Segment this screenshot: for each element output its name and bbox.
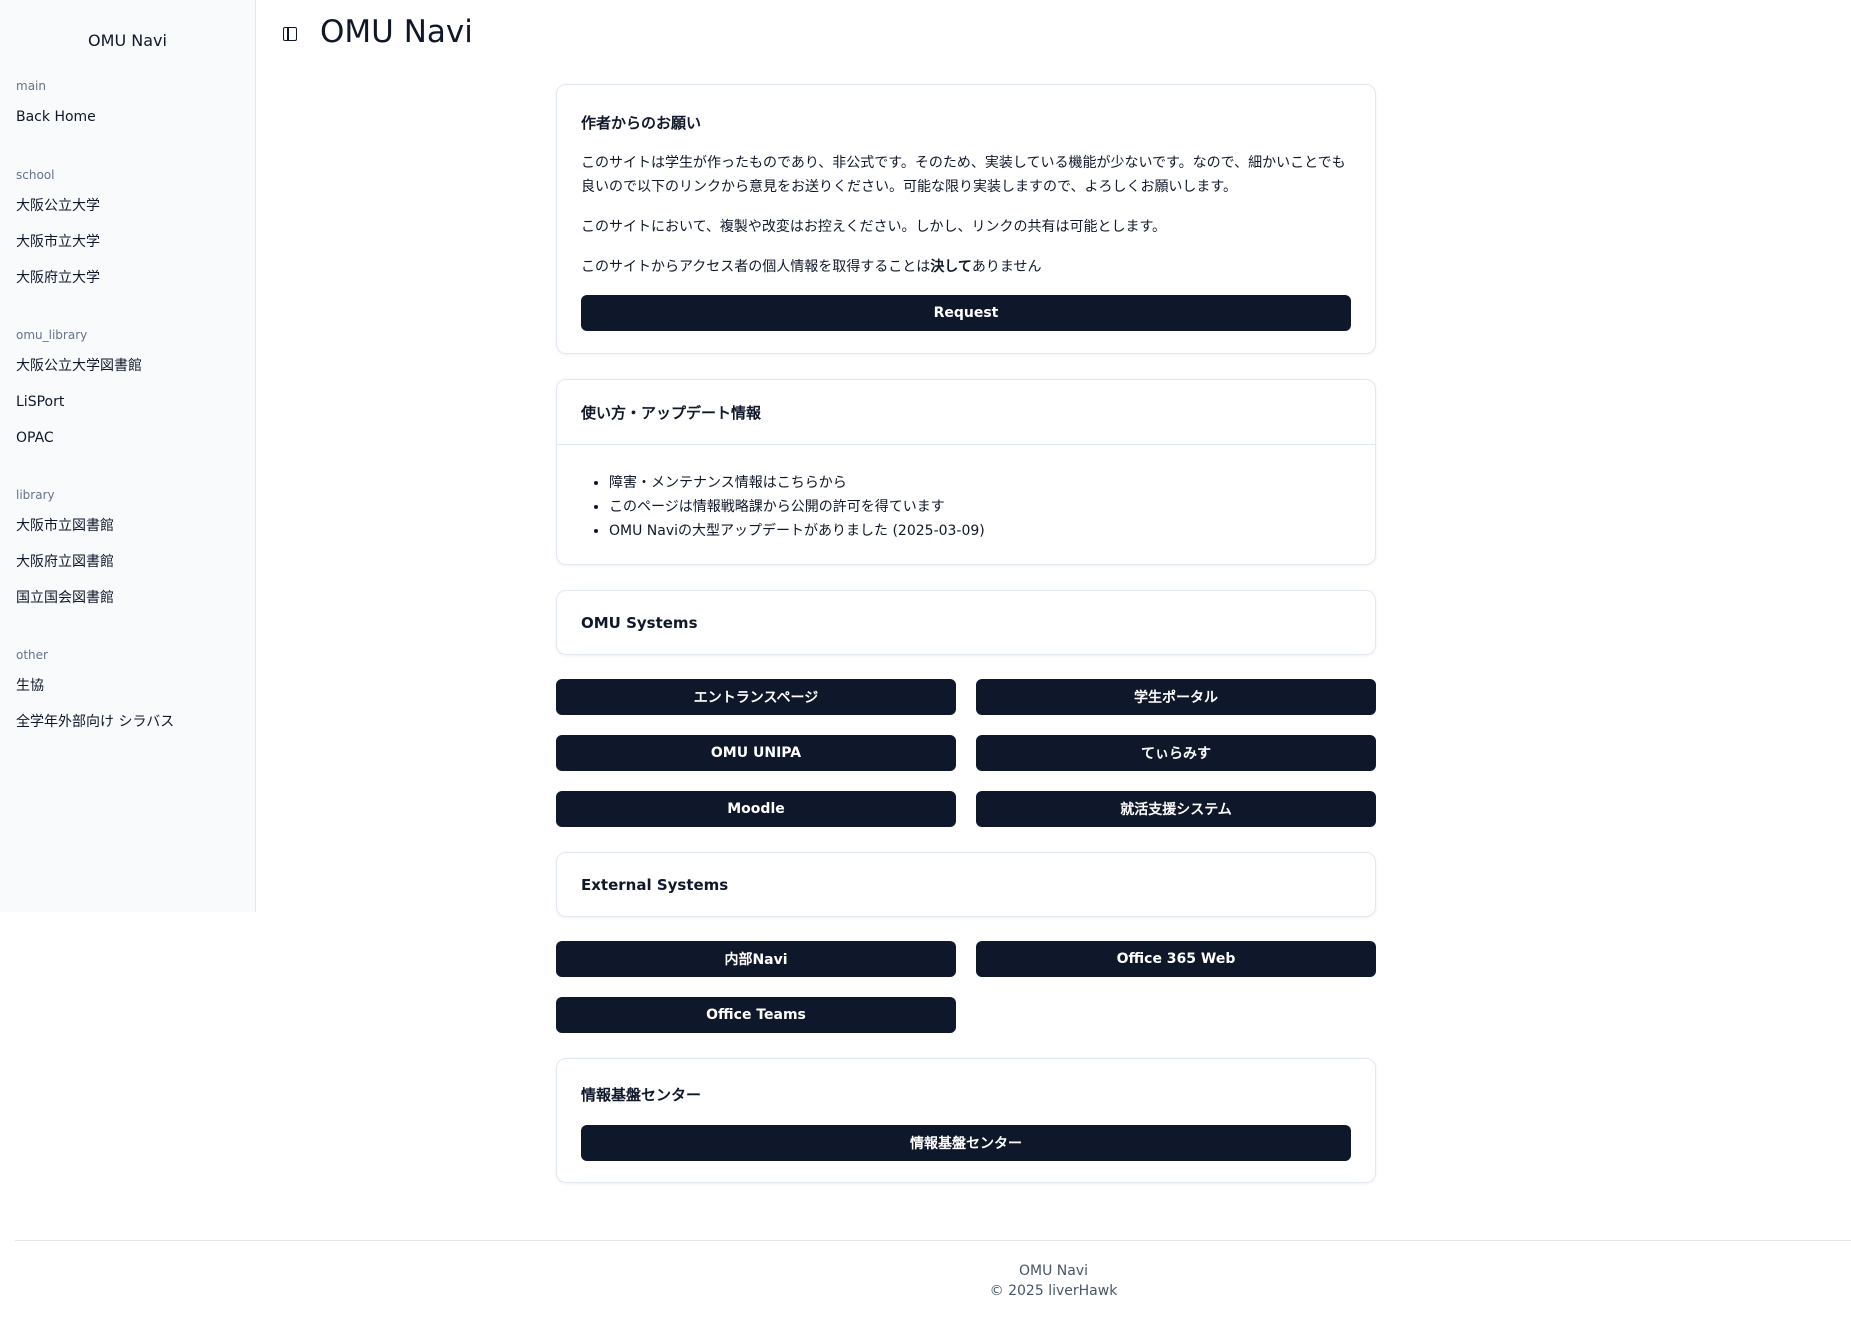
tiramisu-button[interactable]: てぃらみす (976, 735, 1376, 771)
footer-name: OMU Navi (1018, 1263, 1089, 1279)
request-paragraph-1: このサイトは学生が作ったものであり、非公式です。そのため、実装している機能が少な… (581, 155, 1346, 195)
omu-unipa-button[interactable]: OMU UNIPA (556, 735, 956, 771)
privacy-emphasis: 決して (930, 259, 972, 275)
footer-divider (15, 1240, 1851, 1241)
omu-systems-card: OMU Systems (556, 590, 1376, 655)
privacy-notice: このサイトからアクセス者の個人情報を取得することは決してありません (581, 255, 1351, 279)
sidebar-group-main: main Back Home (0, 71, 255, 135)
info-item-maintenance[interactable]: 障害・メンテナンス情報はこちらから (609, 471, 1351, 495)
sidebar-toggle-icon (283, 27, 297, 41)
internal-navi-button[interactable]: 内部Navi (556, 941, 956, 977)
sidebar-group-label: omu_library (16, 328, 88, 342)
office-teams-button[interactable]: Office Teams (556, 997, 956, 1033)
sidebar-item-osaka-city-univ[interactable]: 大阪市立大学 (0, 224, 255, 260)
info-center-button[interactable]: 情報基盤センター (581, 1125, 1351, 1161)
sidebar-item-osaka-pref-univ[interactable]: 大阪府立大学 (0, 260, 255, 296)
sidebar: OMU Navi main Back Home school 大阪公立大学 大阪… (0, 0, 256, 912)
request-button[interactable]: Request (581, 295, 1351, 331)
privacy-suffix: ありません (971, 259, 1042, 275)
sidebar-item-lisport[interactable]: LiSPort (0, 384, 255, 420)
sidebar-item-opac[interactable]: OPAC (0, 420, 255, 456)
sidebar-item-coop[interactable]: 生協 (0, 668, 255, 704)
entrance-page-button[interactable]: エントランスページ (556, 679, 956, 715)
sidebar-item-national-diet-library[interactable]: 国立国会図書館 (0, 580, 255, 616)
info-card: 使い方・アップデート情報 障害・メンテナンス情報はこちらから このページは情報戦… (556, 379, 1376, 565)
omu-systems-title: OMU Systems (581, 613, 698, 632)
request-paragraph-2: このサイトにおいて、複製や改変はお控えください。しかし、リンクの共有は可能としま… (581, 219, 1167, 235)
footer-copyright: © 2025 liverHawk (989, 1283, 1118, 1299)
info-card-header: 使い方・アップデート情報 (557, 380, 1375, 445)
external-systems-card: External Systems (556, 852, 1376, 917)
external-systems-title: External Systems (581, 875, 729, 894)
sidebar-item-city-library[interactable]: 大阪市立図書館 (0, 508, 255, 544)
sidebar-item-omu-library[interactable]: 大阪公立大学図書館 (0, 348, 255, 384)
office-365-web-button[interactable]: Office 365 Web (976, 941, 1376, 977)
sidebar-item-omu[interactable]: 大阪公立大学 (0, 188, 255, 224)
sidebar-group-label: other (16, 648, 48, 662)
sidebar-group-label: library (16, 488, 55, 502)
info-list: 障害・メンテナンス情報はこちらから このページは情報戦略課から公開の許可を得てい… (557, 445, 1375, 543)
request-card: 作者からのお願い このサイトは学生が作ったものであり、非公式です。そのため、実装… (556, 84, 1376, 354)
sidebar-group-label: school (16, 168, 55, 182)
info-item-update: OMU Naviの大型アップデートがありました (2025-03-09) (609, 519, 1351, 543)
sidebar-group-library: library 大阪市立図書館 大阪府立図書館 国立国会図書館 (0, 480, 255, 616)
sidebar-item-syllabus[interactable]: 全学年外部向け シラバス (0, 704, 255, 740)
sidebar-group-other: other 生協 全学年外部向け シラバス (0, 640, 255, 740)
page-title: OMU Navi (320, 14, 473, 50)
info-item-permission: このページは情報戦略課から公開の許可を得ています (609, 495, 1351, 519)
sidebar-group-omu-library: omu_library 大阪公立大学図書館 LiSPort OPAC (0, 320, 255, 456)
sidebar-group-school: school 大阪公立大学 大阪市立大学 大阪府立大学 (0, 160, 255, 296)
moodle-button[interactable]: Moodle (556, 791, 956, 827)
footer: OMU Navi © 2025 liverHawk (256, 1261, 1851, 1301)
sidebar-toggle-button[interactable] (278, 22, 302, 46)
sidebar-group-label: main (16, 79, 46, 93)
career-support-button[interactable]: 就活支援システム (976, 791, 1376, 827)
request-card-title: 作者からのお願い (581, 114, 702, 132)
student-portal-button[interactable]: 学生ポータル (976, 679, 1376, 715)
sidebar-item-pref-library[interactable]: 大阪府立図書館 (0, 544, 255, 580)
privacy-prefix: このサイトからアクセス者の個人情報を取得することは (581, 259, 931, 275)
info-center-card: 情報基盤センター 情報基盤センター (556, 1058, 1376, 1183)
sidebar-item-back-home[interactable]: Back Home (0, 99, 255, 135)
header: OMU Navi (256, 0, 1851, 70)
sidebar-title: OMU Navi (88, 31, 167, 50)
info-center-title: 情報基盤センター (581, 1086, 702, 1104)
info-card-title: 使い方・アップデート情報 (581, 403, 762, 422)
